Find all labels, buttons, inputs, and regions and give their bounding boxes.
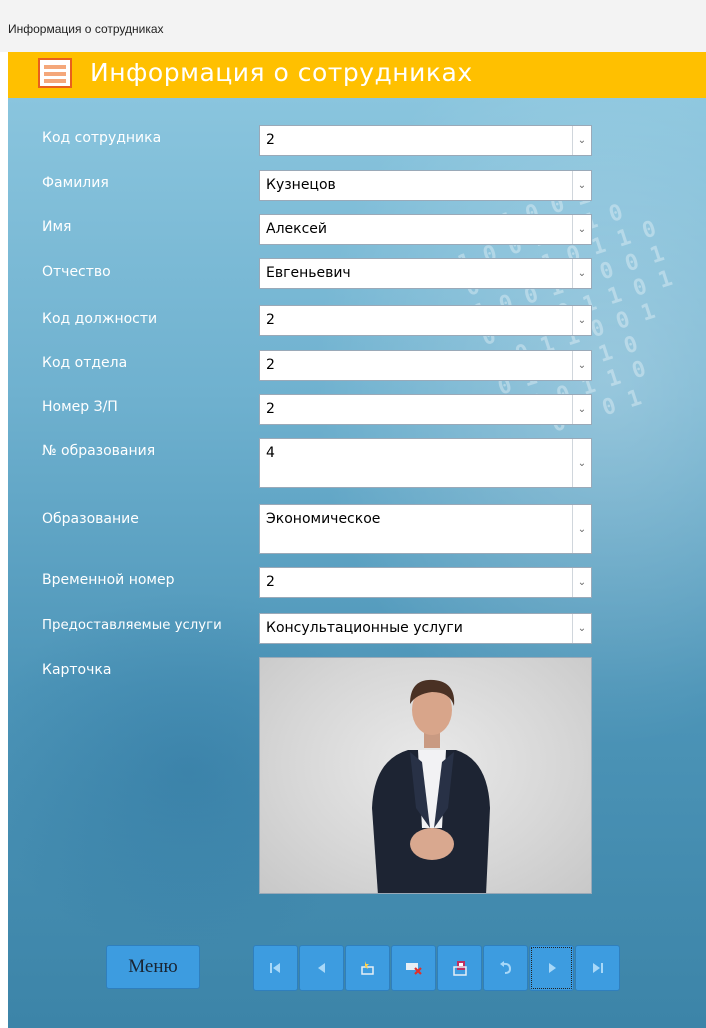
undo-button[interactable] (483, 945, 528, 991)
save-record-icon (452, 961, 467, 976)
form-title: Информация о сотрудниках (90, 58, 473, 87)
last-name-value: Кузнецов (266, 177, 336, 193)
education-value: Экономическое (266, 511, 381, 527)
window-title: Информация о сотрудниках (8, 22, 164, 36)
first-name-label: Имя (42, 219, 72, 235)
education-combo[interactable]: Экономическое ⌄ (259, 504, 592, 554)
last-name-combo[interactable]: Кузнецов ⌄ (259, 170, 592, 201)
services-value: Консультационные услуги (266, 620, 463, 636)
new-record-icon (360, 961, 374, 975)
chevron-down-icon[interactable]: ⌄ (572, 568, 591, 597)
patronymic-combo[interactable]: Евгеньевич ⌄ (259, 258, 592, 289)
education-id-combo[interactable]: 4 ⌄ (259, 438, 592, 488)
delete-record-button[interactable] (391, 945, 436, 991)
employee-id-value: 2 (266, 132, 275, 148)
next-record-icon (548, 963, 556, 973)
chevron-down-icon[interactable]: ⌄ (572, 171, 591, 200)
salary-number-combo[interactable]: 2 ⌄ (259, 394, 592, 425)
position-id-combo[interactable]: 2 ⌄ (259, 305, 592, 336)
education-label: Образование (42, 511, 139, 527)
salary-number-label: Номер З/П (42, 399, 118, 415)
new-record-button[interactable] (345, 945, 390, 991)
first-name-combo[interactable]: Алексей ⌄ (259, 214, 592, 245)
save-record-button[interactable] (437, 945, 482, 991)
chevron-down-icon[interactable]: ⌄ (572, 395, 591, 424)
chevron-down-icon[interactable]: ⌄ (572, 351, 591, 380)
patronymic-value: Евгеньевич (266, 265, 351, 281)
delete-record-icon (405, 963, 422, 975)
chevron-down-icon[interactable]: ⌄ (572, 126, 591, 155)
form-icon (38, 58, 72, 88)
chevron-down-icon[interactable]: ⌄ (572, 306, 591, 335)
services-label: Предоставляемые услуги (42, 618, 222, 633)
department-id-label: Код отдела (42, 355, 128, 371)
employee-id-label: Код сотрудника (42, 130, 162, 146)
first-record-icon (269, 963, 280, 973)
chevron-down-icon[interactable]: ⌄ (572, 215, 591, 244)
chevron-down-icon[interactable]: ⌄ (572, 614, 591, 643)
department-id-combo[interactable]: 2 ⌄ (259, 350, 592, 381)
education-id-label: № образования (42, 443, 156, 459)
chevron-down-icon[interactable]: ⌄ (572, 439, 591, 487)
chevron-down-icon[interactable]: ⌄ (572, 259, 591, 288)
window-titlebar: Информация о сотрудниках (0, 0, 706, 52)
employee-form: 0 1 1 0 0 1 1 0 0 1 0 1 0 0 1 0 1 0 1 1 … (8, 52, 706, 1028)
department-id-value: 2 (266, 357, 275, 373)
first-record-button[interactable] (253, 945, 298, 991)
services-combo[interactable]: Консультационные услуги ⌄ (259, 613, 592, 644)
previous-record-icon (317, 963, 325, 973)
last-name-label: Фамилия (42, 175, 109, 191)
salary-number-value: 2 (266, 401, 275, 417)
person-portrait-image (372, 679, 490, 893)
temp-number-label: Временной номер (42, 572, 175, 588)
temp-number-value: 2 (266, 574, 275, 590)
next-record-button[interactable] (529, 945, 574, 991)
photo-label: Карточка (42, 662, 112, 678)
previous-record-button[interactable] (299, 945, 344, 991)
form-header: Информация о сотрудниках (8, 52, 706, 98)
education-id-value: 4 (266, 445, 275, 461)
last-record-button[interactable] (575, 945, 620, 991)
first-name-value: Алексей (266, 221, 328, 237)
employee-photo (259, 657, 592, 894)
position-id-value: 2 (266, 312, 275, 328)
temp-number-combo[interactable]: 2 ⌄ (259, 567, 592, 598)
position-id-label: Код должности (42, 311, 158, 327)
undo-icon (499, 961, 511, 974)
chevron-down-icon[interactable]: ⌄ (572, 505, 591, 553)
last-record-icon (592, 963, 603, 973)
employee-id-combo[interactable]: 2 ⌄ (259, 125, 592, 156)
menu-button[interactable]: Меню (106, 945, 200, 989)
patronymic-label: Отчество (42, 264, 111, 280)
